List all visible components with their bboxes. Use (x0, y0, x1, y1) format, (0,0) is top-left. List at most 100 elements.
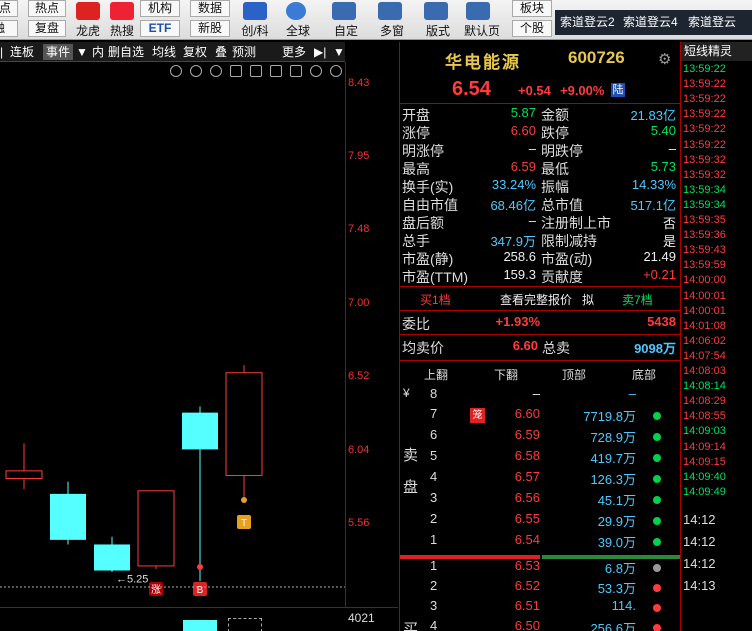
tick-item[interactable]: 13:59:36 (681, 228, 752, 243)
default-page-icon[interactable] (466, 2, 490, 20)
tick-item[interactable]: 14:09:14 (681, 440, 752, 455)
globe-icon[interactable] (286, 2, 306, 20)
bottom-button[interactable]: 底部 (632, 366, 656, 383)
toolbar-button-etf[interactable]: ETF (140, 20, 180, 37)
tick-item[interactable]: 13:59:22 (681, 122, 752, 137)
chart-tb-more[interactable]: 更多 (282, 44, 306, 60)
zoom-in-icon[interactable] (310, 65, 322, 77)
chart-tb-predict[interactable]: 预测 (232, 44, 256, 60)
tick-item[interactable]: 14:12 (681, 534, 752, 549)
mock-button[interactable]: 拟 (582, 291, 594, 308)
tick-item[interactable]: 14:00:01 (681, 289, 752, 304)
tick-item[interactable]: 13:59:34 (681, 183, 752, 198)
star-market-icon[interactable] (243, 2, 267, 20)
toolbar-button-ipo[interactable]: 新股 (190, 20, 230, 37)
refresh-icon[interactable] (170, 65, 182, 77)
orderbook-row[interactable]: 3 6.51 114. (400, 598, 680, 619)
tick-item[interactable]: 13:59:22 (681, 107, 752, 122)
tick-item[interactable]: 14:09:49 (681, 485, 752, 500)
orderbook-row[interactable]: 8 – – (400, 386, 680, 407)
chart-tb-delfav[interactable]: 删自选 (108, 44, 144, 60)
tick-item[interactable]: 14:08:55 (681, 409, 752, 424)
box-icon[interactable] (290, 65, 302, 77)
cloud-tab-main[interactable]: 索道登云 (685, 10, 739, 35)
tick-item[interactable]: 13:59:32 (681, 168, 752, 183)
candle-body[interactable] (50, 493, 86, 540)
chevron-down-icon[interactable]: ▼ (76, 44, 88, 60)
tick-item[interactable]: 14:08:03 (681, 364, 752, 379)
toolbar-button-sector[interactable]: 板块 (512, 0, 552, 17)
toolbar-button-hotspot[interactable]: 热点 (28, 0, 66, 17)
toolbar-button-stock[interactable]: 个股 (512, 20, 552, 37)
tick-item[interactable]: 13:59:32 (681, 153, 752, 168)
toolbar-button-institution[interactable]: 机构 (140, 0, 180, 17)
orderbook-row[interactable]: 1 6.54 39.0万 (400, 532, 680, 553)
page-down-button[interactable]: 下翻 (494, 366, 518, 383)
tick-item[interactable]: 13:59:43 (681, 243, 752, 258)
toolbar-button-left[interactable]: 融 (0, 20, 18, 37)
tick-item[interactable]: 13:59:22 (681, 92, 752, 107)
tick-item[interactable]: 14:08:14 (681, 379, 752, 394)
tick-item[interactable]: 14:09:03 (681, 424, 752, 439)
candle-body[interactable] (94, 544, 130, 571)
tick-item[interactable]: 14:12 (681, 512, 752, 527)
tick-item[interactable]: 14:00:01 (681, 304, 752, 319)
chart-tb-adjust[interactable]: 复权 (183, 44, 207, 60)
tick-item[interactable]: 13:59:34 (681, 198, 752, 213)
orderbook-row[interactable]: 5 6.58 419.7万 (400, 448, 680, 469)
page-up-button[interactable]: 上翻 (424, 366, 448, 383)
candle-body[interactable] (5, 470, 43, 480)
orderbook-row[interactable]: 4 6.50 256.6万 (400, 618, 680, 631)
tick-item[interactable]: 13:59:35 (681, 213, 752, 228)
orderbook-row[interactable]: 4 6.57 126.3万 (400, 469, 680, 490)
orderbook-row[interactable]: 2 6.52 53.3万 (400, 578, 680, 599)
toolbar-button-data[interactable]: 数据 (190, 0, 230, 17)
settings-icon[interactable] (190, 65, 202, 77)
eye-icon[interactable] (230, 65, 242, 77)
tick-item[interactable]: 14:08:29 (681, 394, 752, 409)
full-quote-button[interactable]: 查看完整报价 (500, 291, 572, 308)
zoom-out-icon[interactable] (330, 65, 342, 77)
tick-item[interactable]: 13:59:59 (681, 258, 752, 273)
multi-window-icon[interactable] (378, 2, 402, 20)
orderbook-row[interactable]: 3 6.56 45.1万 (400, 490, 680, 511)
toolbar-button-replay[interactable]: 复盘 (28, 20, 66, 37)
draw-icon[interactable] (210, 65, 222, 77)
candle-body[interactable] (137, 490, 175, 567)
tick-item[interactable]: 14:07:54 (681, 349, 752, 364)
grid-icon[interactable] (270, 65, 282, 77)
basket-icon[interactable] (250, 65, 262, 77)
buy-levels-button[interactable]: 买1档 (420, 291, 451, 308)
tick-item[interactable]: 14:00:00 (681, 273, 752, 288)
top-button[interactable]: 顶部 (562, 366, 586, 383)
custom-icon[interactable] (332, 2, 356, 20)
tick-item[interactable]: 14:13 (681, 578, 752, 593)
tick-item[interactable]: 13:59:22 (681, 62, 752, 77)
layout-icon[interactable] (424, 2, 448, 20)
gear-icon[interactable]: ⚙ (658, 50, 671, 68)
candle-body[interactable] (182, 412, 218, 450)
tick-item[interactable]: 14:09:15 (681, 455, 752, 470)
chart-tb-events[interactable]: 事件 (43, 44, 74, 60)
tick-item[interactable]: 14:06:02 (681, 334, 752, 349)
arrow-right-icon[interactable]: ▶| (314, 44, 326, 60)
chart-tb-overlay[interactable]: 叠 (215, 44, 227, 60)
candlestick-chart[interactable]: ←5.25TB涨 (0, 82, 345, 610)
tick-item[interactable]: 14:01:08 (681, 319, 752, 334)
tick-item[interactable]: 13:59:22 (681, 77, 752, 92)
chart-tb-ma[interactable]: 均线 (152, 44, 176, 60)
chart-tb-inner[interactable]: 内 (92, 44, 104, 60)
orderbook-row[interactable]: 6 6.59 728.9万 (400, 427, 680, 448)
cloud-tab-2[interactable]: 索道登云2 (557, 10, 618, 35)
tick-item[interactable]: 13:59:22 (681, 138, 752, 153)
tick-item[interactable]: 14:09:40 (681, 470, 752, 485)
toolbar-button-hot[interactable]: 热点 (0, 0, 18, 17)
orderbook-row[interactable]: 7 6.60 7719.8万 笼 (400, 406, 680, 427)
hot-search-icon[interactable] (110, 2, 134, 20)
chevron-down-icon[interactable]: ▼ (333, 44, 345, 60)
tick-item[interactable]: 14:12 (681, 556, 752, 571)
candle-body[interactable] (225, 372, 263, 476)
sell-levels-button[interactable]: 卖7档 (622, 291, 653, 308)
chart-tb-limitup[interactable]: 连板 (10, 44, 34, 60)
orderbook-row[interactable]: 1 6.53 6.8万 (400, 558, 680, 579)
